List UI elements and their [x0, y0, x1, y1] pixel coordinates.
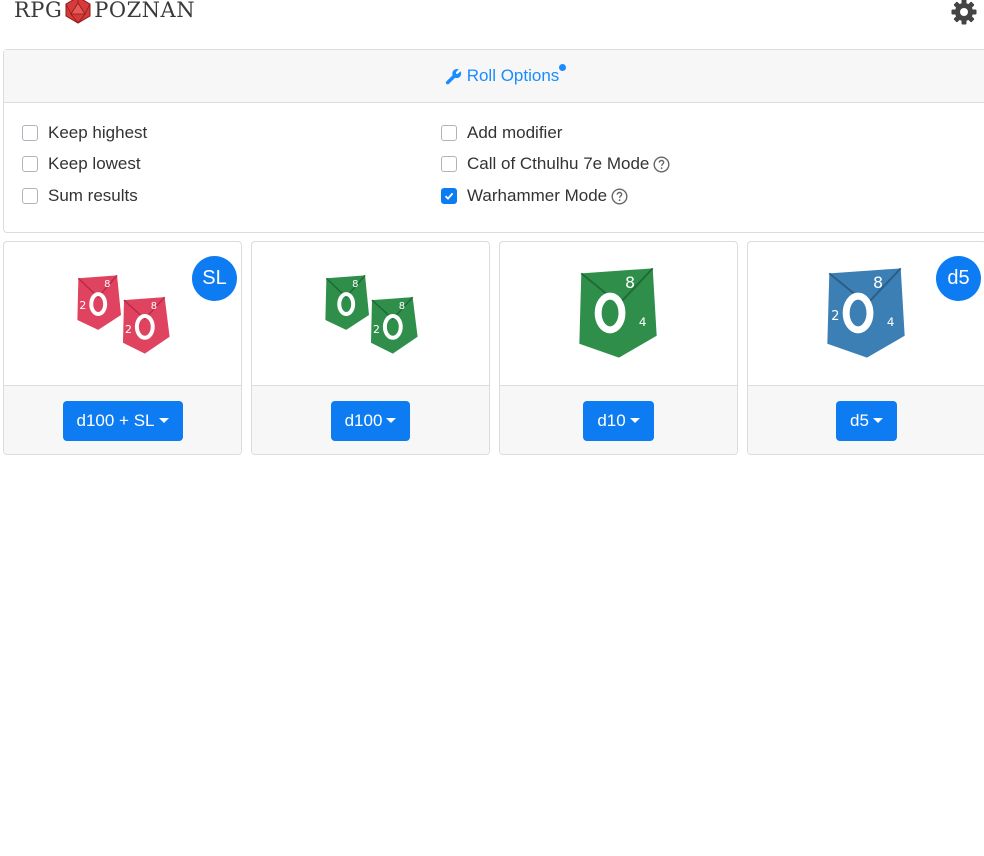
roll-options-title: Roll Options	[466, 66, 560, 85]
keep-lowest-checkbox[interactable]	[22, 156, 38, 172]
warhammer-mode-label: Warhammer Mode	[467, 186, 608, 205]
add-modifier-label: Add modifier	[467, 123, 563, 142]
option-add-modifier[interactable]: Add modifier	[441, 123, 562, 143]
option-warhammer-mode[interactable]: Warhammer Mode	[441, 186, 628, 206]
roll-options-panel: Roll Options Keep highest Keep lowest Su…	[3, 49, 984, 233]
gear-icon[interactable]	[950, 0, 978, 26]
button-label: d10	[597, 410, 626, 430]
caret-down-icon	[158, 418, 169, 423]
option-sum-results[interactable]: Sum results	[22, 186, 138, 206]
d20-logo-icon	[65, 0, 91, 24]
dice-card-footer: d10	[500, 385, 737, 454]
sum-results-checkbox[interactable]	[22, 188, 38, 204]
dice-card-d10: 8 4 d10	[499, 241, 738, 455]
notification-dot	[559, 64, 567, 71]
d5-dropdown-button[interactable]: d5	[836, 400, 897, 441]
warhammer-mode-checkbox[interactable]	[441, 188, 457, 204]
d100-sl-dropdown-button[interactable]: d100 + SL	[62, 400, 183, 441]
svg-text:8: 8	[352, 279, 358, 290]
dice-card-d5: 8 2 4 d5 d5	[747, 241, 984, 455]
help-circle-icon[interactable]	[611, 187, 628, 205]
logo-text-poznan: POZNAŃ	[94, 0, 196, 22]
sl-badge: SL	[192, 256, 237, 301]
coc7-mode-checkbox[interactable]	[441, 156, 457, 172]
d5-badge: d5	[936, 256, 981, 301]
button-label: d100 + SL	[76, 410, 155, 430]
logo-text-rpg: RPG	[14, 0, 63, 22]
option-keep-lowest[interactable]: Keep lowest	[22, 154, 141, 174]
svg-text:8: 8	[399, 301, 405, 312]
checkmark-icon	[444, 192, 454, 200]
svg-text:2: 2	[125, 323, 132, 336]
green-d10-icon[interactable]: 8 4	[500, 242, 737, 385]
roll-options-list: Keep highest Keep lowest Sum results Add…	[4, 103, 984, 233]
svg-text:2: 2	[79, 299, 86, 312]
dice-card-d100: 8 2 8 d100	[251, 241, 490, 455]
dice-card-footer: d100	[252, 385, 489, 454]
button-label: d5	[850, 410, 869, 430]
button-label: d100	[344, 410, 383, 430]
svg-text:8: 8	[873, 273, 883, 292]
sum-results-label: Sum results	[48, 186, 138, 205]
keep-highest-checkbox[interactable]	[22, 125, 38, 141]
d100-dropdown-button[interactable]: d100	[330, 400, 411, 441]
caret-down-icon	[629, 418, 640, 423]
logo[interactable]: RPG POZNAŃ	[14, 0, 195, 24]
dice-card-footer: d100 + SL	[4, 385, 241, 454]
wrench-icon	[445, 68, 461, 84]
help-circle-icon[interactable]	[653, 155, 670, 173]
caret-down-icon	[386, 418, 397, 423]
coc7-mode-label: Call of Cthulhu 7e Mode	[467, 154, 650, 173]
svg-text:8: 8	[151, 301, 157, 312]
svg-text:4: 4	[887, 315, 895, 329]
option-coc7-mode[interactable]: Call of Cthulhu 7e Mode	[441, 154, 670, 174]
svg-text:2: 2	[831, 309, 839, 324]
keep-lowest-label: Keep lowest	[48, 154, 141, 173]
svg-text:2: 2	[373, 323, 380, 336]
dice-card-d100-sl: 2 8 2 8 SL d100 + SL	[3, 241, 242, 455]
svg-text:8: 8	[625, 273, 635, 292]
option-keep-highest[interactable]: Keep highest	[22, 123, 147, 143]
dice-card-footer: d5	[748, 385, 984, 454]
roll-options-toggle[interactable]: Roll Options	[445, 64, 567, 86]
add-modifier-checkbox[interactable]	[441, 125, 457, 141]
caret-down-icon	[872, 418, 883, 423]
d10-dropdown-button[interactable]: d10	[583, 400, 654, 441]
green-d10-pair-icon[interactable]: 8 2 8	[252, 242, 489, 385]
svg-text:4: 4	[639, 315, 647, 329]
svg-text:8: 8	[104, 279, 110, 290]
roll-options-header: Roll Options	[4, 50, 984, 103]
keep-highest-label: Keep highest	[48, 123, 148, 142]
